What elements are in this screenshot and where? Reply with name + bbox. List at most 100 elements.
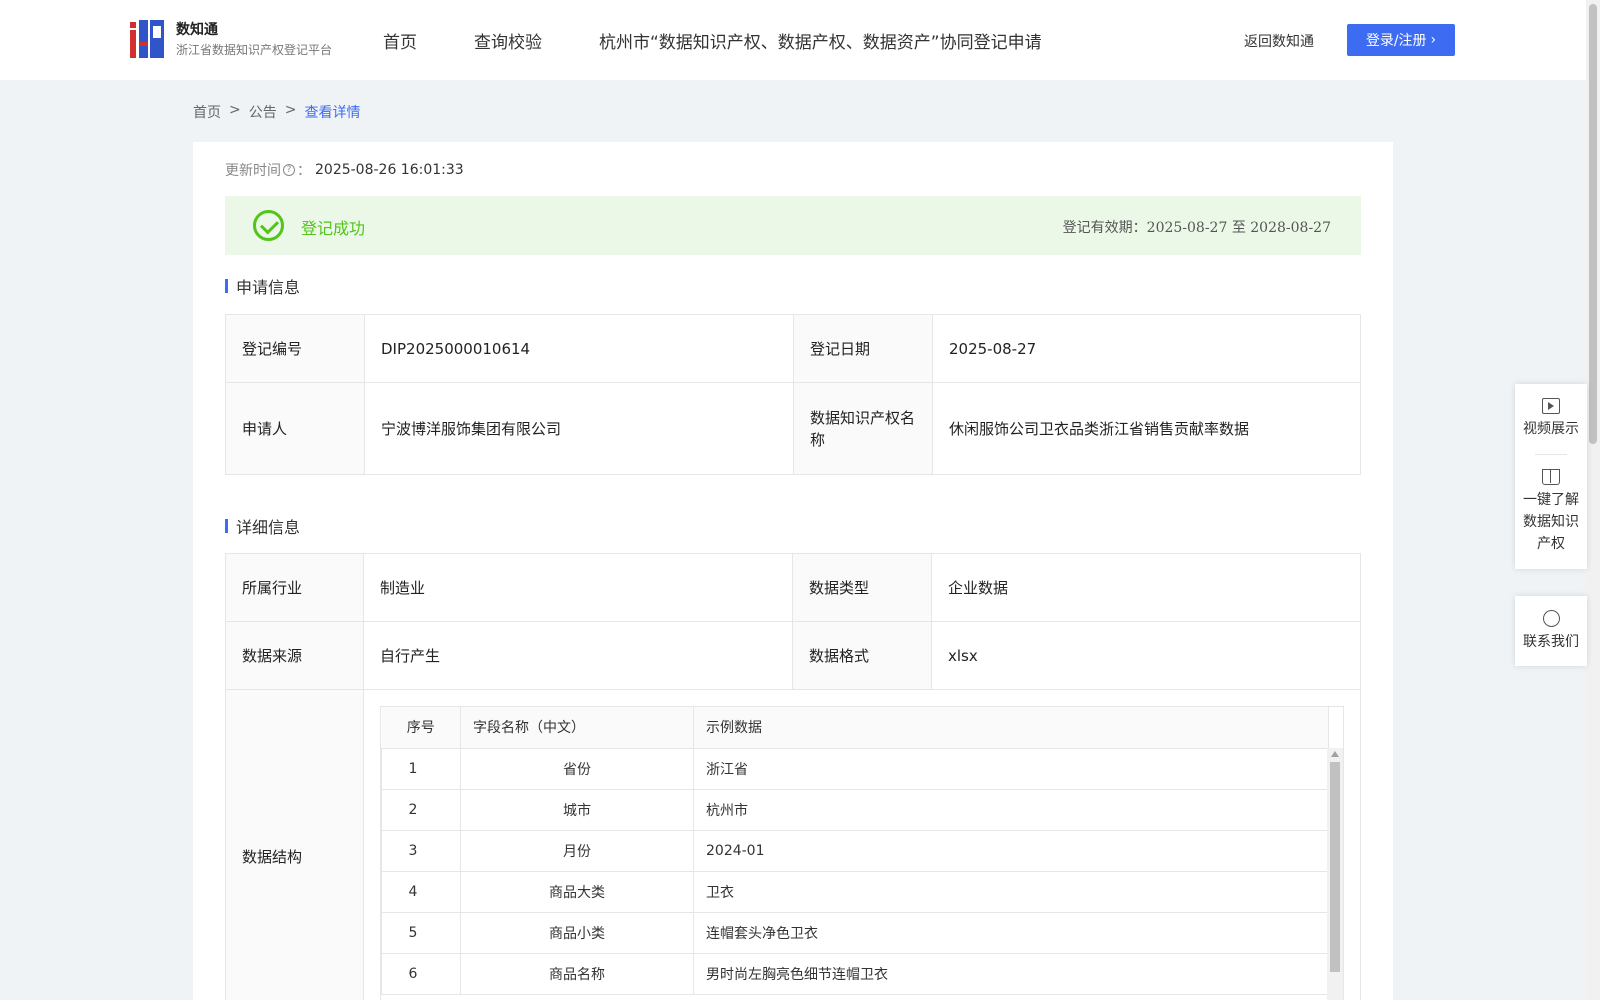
- breadcrumb-sep: >: [229, 102, 241, 118]
- float-panel-main: 视频展示 一键了解数据知识产权: [1515, 384, 1587, 569]
- breadcrumb-notice[interactable]: 公告: [249, 102, 277, 122]
- book-icon: [1542, 469, 1560, 485]
- table-row: 3 月份 2024-01: [381, 829, 1329, 872]
- applicant-label: 申请人: [225, 382, 365, 475]
- format-value: xlsx: [931, 621, 1361, 690]
- logo-title: 数知通: [176, 22, 218, 38]
- scroll-up-arrow-icon[interactable]: [1331, 751, 1339, 757]
- site-logo[interactable]: 数知通 浙江省数据知识产权登记平台: [130, 20, 332, 60]
- float-panel-contact: 联系我们: [1515, 596, 1587, 666]
- reg-no-value: DIP2025000010614: [364, 314, 794, 383]
- row-sample: 杭州市: [693, 788, 1329, 831]
- logo-mark-icon: [130, 20, 166, 58]
- update-time-label: 更新时间: [225, 163, 281, 179]
- col-header-sample: 示例数据: [693, 707, 1329, 749]
- section-apply-title-text: 申请信息: [236, 278, 301, 297]
- video-showcase-label: 视频展示: [1523, 421, 1579, 437]
- ip-name-label: 数据知识产权名称: [793, 382, 933, 475]
- row-sample: 男时尚左胸亮色细节连帽卫衣: [693, 952, 1329, 995]
- row-field: 商品小类: [460, 911, 694, 954]
- row-field: 商品大类: [460, 870, 694, 913]
- section-bar: [225, 279, 228, 293]
- reg-date-label: 登记日期: [793, 314, 933, 383]
- applicant-value: 宁波博洋服饰集团有限公司: [364, 382, 794, 475]
- status-text: 登记成功: [301, 219, 366, 238]
- page-scrollbar-thumb[interactable]: [1589, 4, 1597, 444]
- login-button[interactable]: 登录/注册 ›: [1347, 24, 1455, 56]
- row-field: 城市: [460, 788, 694, 831]
- status-banner: 登记成功 登记有效期：2025-08-27 至 2028-08-27: [225, 196, 1361, 255]
- learn-ip-button[interactable]: 一键了解数据知识产权: [1515, 469, 1587, 555]
- source-value: 自行产生: [363, 621, 793, 690]
- detail-card: 更新时间 ? ： 2025-08-26 16:01:33 登记成功 登记有效期：…: [193, 142, 1393, 1000]
- industry-label: 所属行业: [225, 553, 364, 622]
- format-label: 数据格式: [792, 621, 932, 690]
- nav-query[interactable]: 查询校验: [474, 28, 542, 53]
- row-field: 月份: [460, 829, 694, 872]
- data-type-label: 数据类型: [792, 553, 932, 622]
- breadcrumb-home[interactable]: 首页: [193, 102, 221, 122]
- table-row: 2 城市 杭州市: [381, 788, 1329, 831]
- table-row: 所属行业 制造业 数据类型 企业数据: [225, 553, 1361, 622]
- learn-ip-label: 一键了解数据知识产权: [1523, 492, 1579, 552]
- structure-label: 数据结构: [225, 689, 364, 1000]
- structure-table-wrap[interactable]: 序号 字段名称（中文） 示例数据 1 省份 浙江省 2 城市 杭州市 3 月份 …: [380, 706, 1344, 1000]
- col-header-index: 序号: [381, 707, 461, 749]
- phone-icon: [1542, 610, 1560, 627]
- breadcrumb-sep: >: [284, 102, 297, 118]
- apply-info-table: 登记编号 DIP2025000010614 登记日期 2025-08-27 申请…: [225, 314, 1361, 475]
- main-nav: 首页 查询校验 杭州市“数据知识产权、数据产权、数据资产”协同登记申请: [383, 28, 1099, 53]
- video-showcase-button[interactable]: 视频展示: [1515, 398, 1587, 440]
- table-row: 数据结构 序号 字段名称（中文） 示例数据 1 省份 浙江省 2 城市 杭州市 …: [225, 689, 1361, 1000]
- row-sample: 卫衣: [693, 870, 1329, 913]
- row-index: 5: [381, 911, 461, 954]
- chevron-right-icon: ›: [1430, 32, 1437, 48]
- table-row: 6 商品名称 男时尚左胸亮色细节连帽卫衣: [381, 952, 1329, 995]
- structure-scrollbar[interactable]: [1327, 748, 1343, 1000]
- structure-table: 序号 字段名称（中文） 示例数据 1 省份 浙江省 2 城市 杭州市 3 月份 …: [381, 707, 1329, 995]
- row-index: 6: [381, 952, 461, 995]
- row-field: 省份: [460, 747, 694, 790]
- col-header-field: 字段名称（中文）: [460, 707, 694, 749]
- detail-info-table: 所属行业 制造业 数据类型 企业数据 数据来源 自行产生 数据格式 xlsx 数…: [225, 553, 1361, 1000]
- structure-header-row: 序号 字段名称（中文） 示例数据: [381, 707, 1329, 749]
- row-field: 商品名称: [460, 952, 694, 995]
- table-row: 数据来源 自行产生 数据格式 xlsx: [225, 621, 1361, 690]
- breadcrumb: 首页 > 公告 > 查看详情: [193, 102, 368, 122]
- row-sample: 连帽套头净色卫衣: [693, 911, 1329, 954]
- nav-hangzhou-register[interactable]: 杭州市“数据知识产权、数据产权、数据资产”协同登记申请: [599, 28, 1042, 53]
- table-row: 1 省份 浙江省: [381, 747, 1329, 790]
- help-icon[interactable]: ?: [283, 164, 295, 176]
- update-time-value: 2025-08-26 16:01:33: [315, 162, 464, 178]
- nav-home[interactable]: 首页: [383, 28, 417, 53]
- structure-scrollbar-thumb[interactable]: [1330, 762, 1340, 972]
- section-detail-title-text: 详细信息: [236, 518, 301, 537]
- industry-value: 制造业: [363, 553, 793, 622]
- logo-subtitle: 浙江省数据知识产权登记平台: [176, 43, 333, 57]
- page-scrollbar[interactable]: [1586, 0, 1600, 1000]
- section-apply-title: 申请信息: [225, 274, 300, 298]
- source-label: 数据来源: [225, 621, 364, 690]
- login-button-label: 登录/注册: [1365, 33, 1427, 49]
- row-index: 2: [381, 788, 461, 831]
- contact-us-button[interactable]: 联系我们: [1515, 610, 1587, 653]
- section-detail-title: 详细信息: [225, 514, 300, 538]
- row-index: 4: [381, 870, 461, 913]
- section-bar: [225, 519, 228, 533]
- divider: [1535, 454, 1567, 455]
- row-sample: 2024-01: [693, 829, 1329, 872]
- back-link[interactable]: 返回数知通: [1244, 31, 1314, 51]
- row-index: 3: [381, 829, 461, 872]
- reg-date-value: 2025-08-27: [932, 314, 1361, 383]
- top-header: 数知通 浙江省数据知识产权登记平台 首页 查询校验 杭州市“数据知识产权、数据产…: [0, 0, 1586, 80]
- structure-cell: 序号 字段名称（中文） 示例数据 1 省份 浙江省 2 城市 杭州市 3 月份 …: [363, 689, 1361, 1000]
- update-time-colon: ：: [297, 163, 311, 179]
- breadcrumb-current: 查看详情: [304, 105, 361, 121]
- row-sample: 浙江省: [693, 747, 1329, 790]
- table-row: 4 商品大类 卫衣: [381, 870, 1329, 913]
- check-circle-icon: [253, 210, 284, 241]
- table-row: 5 商品小类 连帽套头净色卫衣: [381, 911, 1329, 954]
- row-index: 1: [381, 747, 461, 790]
- table-row: 登记编号 DIP2025000010614 登记日期 2025-08-27: [225, 314, 1361, 383]
- validity-period: 登记有效期：2025-08-27 至 2028-08-27: [1062, 220, 1331, 236]
